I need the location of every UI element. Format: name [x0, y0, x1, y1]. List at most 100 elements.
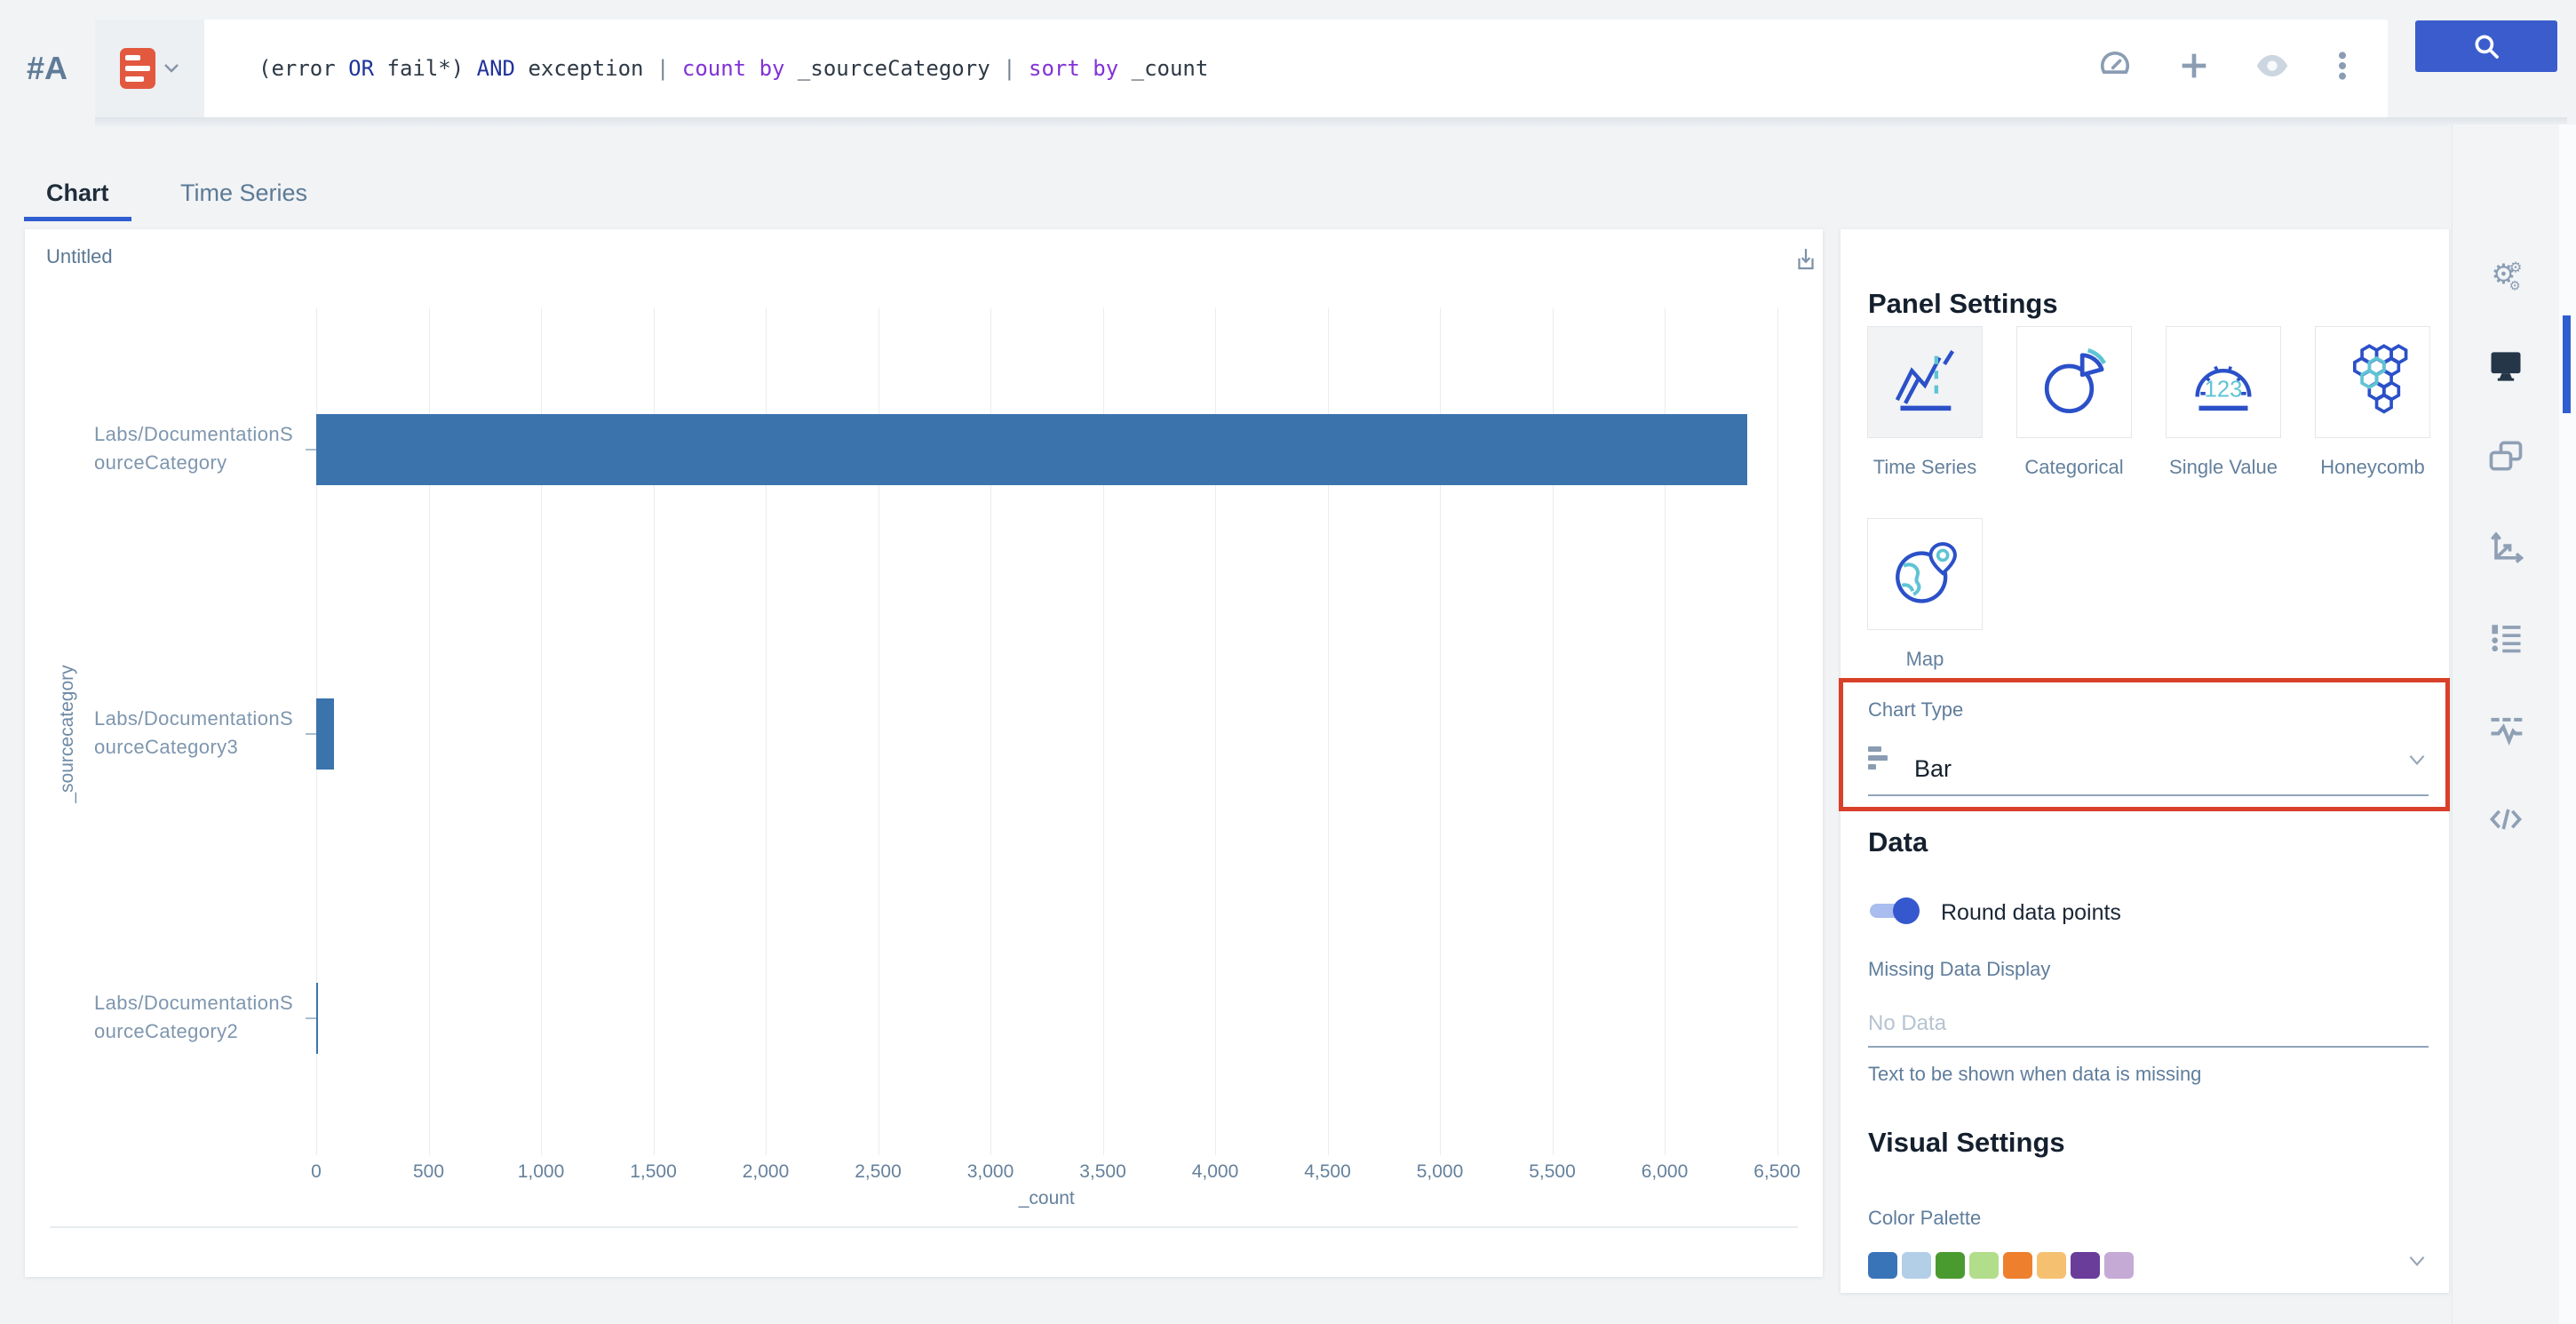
y-axis-category-label: Labs/DocumentationSourceCategory3: [94, 705, 306, 762]
code-icon[interactable]: [2486, 800, 2525, 839]
chart-panel: Untitled 0 500 1,000 1,500 2,000 2,500 3,000 3,…: [25, 229, 1823, 1277]
pulse-wave-icon[interactable]: [2486, 709, 2525, 748]
page: #A (error OR fail*) AND exception | coun…: [0, 0, 2576, 1324]
color-palette-label: Color Palette: [1868, 1207, 1981, 1230]
y-axis-tick: [306, 1017, 316, 1019]
tab-chart[interactable]: Chart: [46, 179, 109, 207]
plus-icon[interactable]: [2174, 46, 2214, 85]
chart-type-tile-single-value[interactable]: 123: [2166, 326, 2281, 438]
topbar-shadow: [95, 117, 2567, 128]
search-icon: [2471, 31, 2501, 61]
y-axis-category-label: Labs/DocumentationSourceCategory: [94, 420, 306, 477]
x-axis-tick-label: 1,500: [605, 1161, 703, 1183]
x-axis-tick-label: 2,000: [717, 1161, 815, 1183]
categorical-icon: [2033, 343, 2115, 421]
x-axis-tick-label: 0: [267, 1161, 365, 1183]
scrollbar-track[interactable]: [2559, 124, 2576, 1324]
bar: [316, 698, 334, 770]
chart-type-tile-map[interactable]: [1867, 518, 1983, 630]
x-axis-tick-label: 1,000: [492, 1161, 590, 1183]
x-axis-tick-label: 3,500: [1054, 1161, 1152, 1183]
export-icon[interactable]: [1788, 242, 1824, 277]
chart-type-tile-label: Single Value: [2143, 456, 2303, 479]
toggle-knob: [1893, 897, 1920, 924]
svg-text:⚙: ⚙: [2509, 279, 2521, 294]
chart-type-tile-label: Honeycomb: [2293, 456, 2453, 479]
map-icon: [1884, 535, 1966, 613]
visual-settings-title: Visual Settings: [1868, 1127, 2065, 1159]
x-axis-tick-label: 6,000: [1616, 1161, 1713, 1183]
x-axis-tick-label: 4,500: [1279, 1161, 1377, 1183]
copy-panels-icon[interactable]: [2486, 436, 2525, 475]
chart-type-tile-honeycomb[interactable]: [2315, 326, 2430, 438]
x-axis-title: _count: [949, 1188, 1144, 1209]
scrollbar-thumb[interactable]: [2563, 315, 2571, 413]
x-axis-tick-label: 6,500: [1729, 1161, 1826, 1183]
missing-data-label: Missing Data Display: [1868, 958, 2050, 981]
data-section-title: Data: [1868, 826, 1928, 858]
chart-type-tile-label: Map: [1845, 648, 2005, 671]
x-axis-tick-label: 5,000: [1391, 1161, 1489, 1183]
missing-data-underline: [1868, 1046, 2429, 1048]
gridline: [1777, 307, 1778, 1155]
x-axis-tick-label: 4,000: [1166, 1161, 1264, 1183]
honeycomb-icon: [2332, 343, 2413, 421]
chart-type-tile-label: Categorical: [1994, 456, 2154, 479]
query-source-selector[interactable]: [95, 20, 204, 117]
list-settings-icon[interactable]: [2486, 618, 2525, 657]
missing-data-input[interactable]: No Data: [1868, 1011, 1946, 1036]
x-axis-tick-label: 2,500: [830, 1161, 927, 1183]
round-data-toggle[interactable]: [1870, 904, 1916, 918]
svg-text:123: 123: [2205, 378, 2243, 403]
chart-type-tile-time-series[interactable]: [1867, 326, 1983, 438]
palette-swatch: [2037, 1252, 2066, 1279]
chart-type-select[interactable]: Bar: [1914, 755, 1952, 783]
y-axis-tick: [306, 733, 316, 735]
chevron-down-icon[interactable]: [2405, 1249, 2429, 1272]
bar: [316, 414, 1747, 485]
round-data-label: Round data points: [1941, 900, 2121, 926]
chart-type-label: Chart Type: [1868, 698, 1963, 722]
palette-swatch: [1868, 1252, 1897, 1279]
palette-swatch: [1936, 1252, 1965, 1279]
single-value-icon: 123: [2182, 343, 2264, 421]
palette-swatch: [2104, 1252, 2134, 1279]
right-toolbar: ⚙⚙⚙: [2452, 124, 2576, 1324]
axes-chart-icon[interactable]: [2486, 527, 2525, 566]
display-monitor-icon[interactable]: [2486, 346, 2525, 385]
color-palette-select[interactable]: [1868, 1252, 2134, 1279]
x-axis-tick-label: 5,500: [1504, 1161, 1602, 1183]
eye-icon[interactable]: [2253, 46, 2292, 85]
chart-type-tile-categorical[interactable]: [2016, 326, 2132, 438]
chart-type-underline: [1868, 794, 2429, 796]
x-axis-tick-label: 500: [380, 1161, 478, 1183]
y-axis-tick: [306, 449, 316, 451]
search-button[interactable]: [2415, 20, 2557, 72]
settings-gears-icon[interactable]: ⚙⚙⚙: [2486, 256, 2525, 295]
chevron-down-icon: [163, 63, 179, 74]
bar-chart-icon: [1868, 746, 1895, 771]
y-axis-category-label: Labs/DocumentationSourceCategory2: [94, 989, 306, 1046]
panel-label: #A: [27, 50, 68, 87]
panel-settings: Panel Settings Time SeriesCategorical 123…: [1841, 229, 2449, 1293]
logs-icon: [120, 48, 155, 89]
query-bar: (error OR fail*) AND exception | count b…: [95, 20, 2388, 117]
bar: [316, 983, 318, 1054]
chart-title: Untitled: [46, 245, 113, 268]
panel-settings-title: Panel Settings: [1868, 288, 2058, 320]
kebab-menu-icon[interactable]: [2323, 46, 2362, 85]
gauge-icon[interactable]: [2095, 46, 2135, 85]
palette-swatch: [2071, 1252, 2100, 1279]
palette-swatch: [2003, 1252, 2032, 1279]
query-input[interactable]: (error OR fail*) AND exception | count b…: [258, 20, 1208, 117]
y-axis-title: _sourcecategory: [57, 665, 78, 802]
chart-type-tile-label: Time Series: [1845, 456, 2005, 479]
tab-time-series[interactable]: Time Series: [180, 179, 307, 207]
missing-data-help: Text to be shown when data is missing: [1868, 1063, 2201, 1086]
palette-swatch: [1902, 1252, 1931, 1279]
x-axis-tick-label: 3,000: [942, 1161, 1039, 1183]
chart-panel-divider: [50, 1226, 1798, 1228]
chevron-down-icon[interactable]: [2405, 748, 2429, 771]
svg-text:⚙: ⚙: [2509, 259, 2523, 275]
palette-swatch: [1969, 1252, 1999, 1279]
